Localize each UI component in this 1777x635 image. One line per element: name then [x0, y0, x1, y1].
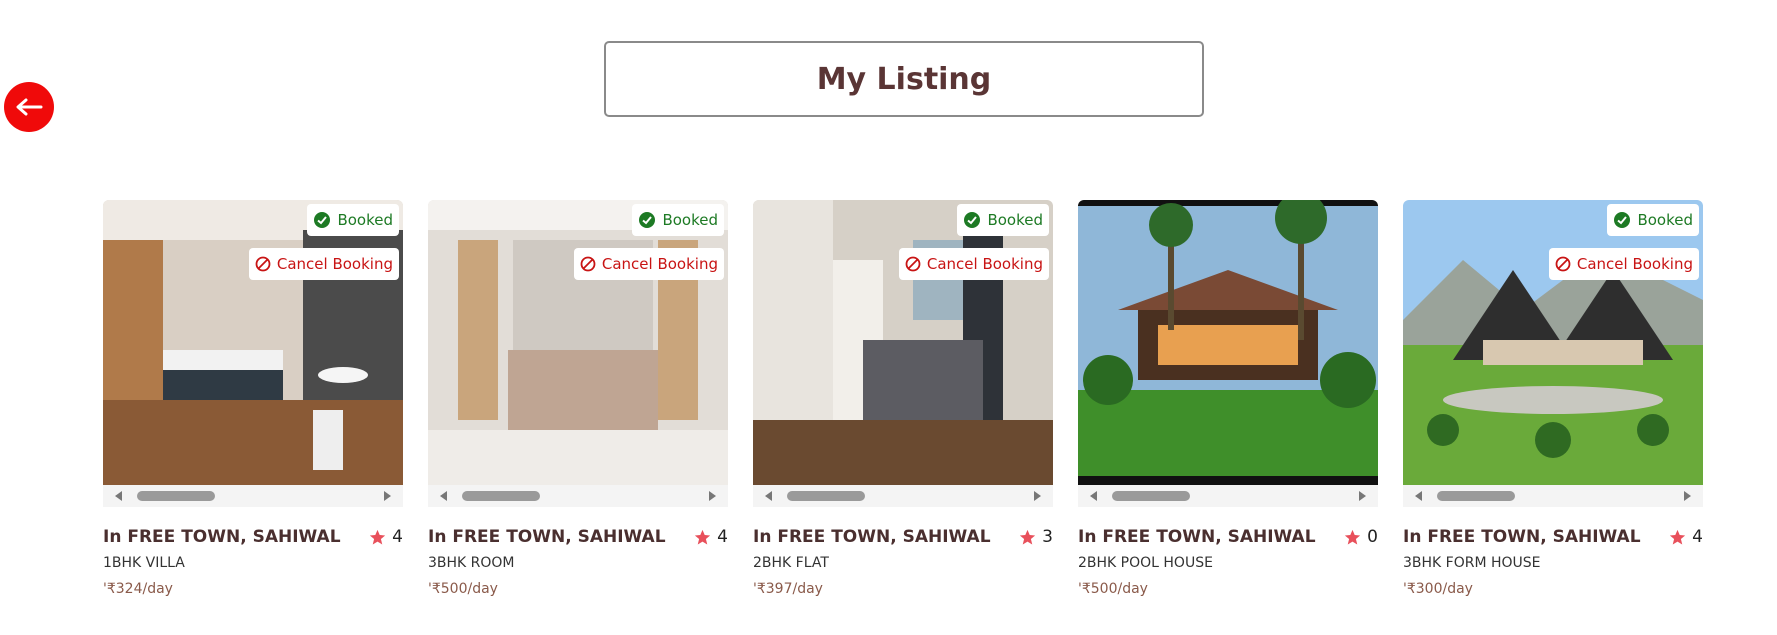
star-icon: [695, 529, 711, 544]
rating-value: 3: [1042, 527, 1053, 547]
scroll-right-icon[interactable]: [384, 491, 391, 501]
listing-image[interactable]: Booked Cancel Booking: [753, 200, 1053, 485]
scroll-thumb[interactable]: [1112, 491, 1190, 501]
scroll-thumb[interactable]: [137, 491, 215, 501]
cancel-booking-label: Cancel Booking: [276, 255, 393, 273]
cancel-booking-button[interactable]: Cancel Booking: [1548, 248, 1699, 280]
rating-value: 4: [1692, 527, 1703, 547]
pool-house-photo: [1078, 200, 1378, 485]
listing-location: In FREE TOWN, SAHIWAL: [1078, 527, 1316, 547]
image-scrollbar[interactable]: [103, 485, 403, 507]
listing-location: In FREE TOWN, SAHIWAL: [1403, 527, 1641, 547]
listing-rating: 4: [369, 527, 403, 547]
booked-label: Booked: [662, 211, 718, 229]
listing-type: 1BHK VILLA: [103, 555, 185, 571]
booked-label: Booked: [987, 211, 1043, 229]
listing-image[interactable]: Booked Cancel Booking: [428, 200, 728, 485]
listing-price: '₹500/day: [1078, 581, 1148, 597]
rating-value: 4: [392, 527, 403, 547]
scroll-right-icon[interactable]: [1359, 491, 1366, 501]
listing-price: '₹500/day: [428, 581, 498, 597]
booked-badge: Booked: [307, 204, 399, 236]
listing-card[interactable]: In FREE TOWN, SAHIWAL 0 2BHK POOL HOUSE …: [1078, 200, 1378, 597]
listing-type: 3BHK FORM HOUSE: [1403, 555, 1541, 571]
listing-rating: 3: [1019, 527, 1053, 547]
listing-image[interactable]: Booked Cancel Booking: [103, 200, 403, 485]
scroll-thumb[interactable]: [787, 491, 865, 501]
listing-price: '₹300/day: [1403, 581, 1473, 597]
scroll-thumb[interactable]: [462, 491, 540, 501]
bedroom-photo: [103, 200, 403, 485]
bedroom-photo: [753, 200, 1053, 485]
star-icon: [1020, 529, 1036, 544]
listing-type: 2BHK FLAT: [753, 555, 829, 571]
scroll-left-icon[interactable]: [115, 491, 122, 501]
listing-image[interactable]: Booked Cancel Booking: [1403, 200, 1703, 485]
scroll-left-icon[interactable]: [765, 491, 772, 501]
listing-card[interactable]: Booked Cancel Booking In FREE TOWN, SAHI…: [753, 200, 1053, 597]
listing-location: In FREE TOWN, SAHIWAL: [103, 527, 341, 547]
scroll-right-icon[interactable]: [1034, 491, 1041, 501]
listing-price: '₹324/day: [103, 581, 173, 597]
star-icon: [1345, 529, 1361, 544]
booked-badge: Booked: [1607, 204, 1699, 236]
listing-card[interactable]: Booked Cancel Booking In FREE TOWN, SAHI…: [103, 200, 403, 597]
check-circle-icon: [314, 212, 331, 228]
rating-value: 4: [717, 527, 728, 547]
image-scrollbar[interactable]: [1403, 485, 1703, 507]
cancel-booking-label: Cancel Booking: [601, 255, 718, 273]
ban-icon: [1555, 256, 1571, 272]
listing-price: '₹397/day: [753, 581, 823, 597]
listing-card[interactable]: Booked Cancel Booking In FREE TOWN, SAHI…: [1403, 200, 1703, 597]
listing-location: In FREE TOWN, SAHIWAL: [428, 527, 666, 547]
listing-type: 2BHK POOL HOUSE: [1078, 555, 1213, 571]
booked-label: Booked: [1637, 211, 1693, 229]
listing-image[interactable]: [1078, 200, 1378, 485]
arrow-left-icon: [16, 98, 43, 116]
scroll-right-icon[interactable]: [709, 491, 716, 501]
star-icon: [370, 529, 386, 544]
star-icon: [1670, 529, 1686, 544]
ban-icon: [905, 256, 921, 272]
page-title-box: My Listing: [604, 41, 1204, 117]
listing-card[interactable]: Booked Cancel Booking In FREE TOWN, SAHI…: [428, 200, 728, 597]
rating-value: 0: [1367, 527, 1378, 547]
scroll-left-icon[interactable]: [440, 491, 447, 501]
cancel-booking-button[interactable]: Cancel Booking: [248, 248, 399, 280]
listing-location: In FREE TOWN, SAHIWAL: [753, 527, 991, 547]
bedroom-photo: [428, 200, 728, 485]
scroll-left-icon[interactable]: [1090, 491, 1097, 501]
scroll-thumb[interactable]: [1437, 491, 1515, 501]
booked-badge: Booked: [632, 204, 724, 236]
check-circle-icon: [639, 212, 656, 228]
listing-type: 3BHK ROOM: [428, 555, 515, 571]
listing-rating: 4: [1669, 527, 1703, 547]
cancel-booking-label: Cancel Booking: [926, 255, 1043, 273]
image-scrollbar[interactable]: [428, 485, 728, 507]
cancel-booking-label: Cancel Booking: [1576, 255, 1693, 273]
ban-icon: [580, 256, 596, 272]
check-circle-icon: [964, 212, 981, 228]
farm-house-photo: [1403, 200, 1703, 485]
image-scrollbar[interactable]: [753, 485, 1053, 507]
back-button[interactable]: [4, 82, 54, 132]
listing-rating: 4: [694, 527, 728, 547]
listing-rating: 0: [1344, 527, 1378, 547]
check-circle-icon: [1614, 212, 1631, 228]
page-title: My Listing: [816, 61, 992, 97]
cancel-booking-button[interactable]: Cancel Booking: [898, 248, 1049, 280]
scroll-right-icon[interactable]: [1684, 491, 1691, 501]
booked-label: Booked: [337, 211, 393, 229]
cancel-booking-button[interactable]: Cancel Booking: [573, 248, 724, 280]
ban-icon: [255, 256, 271, 272]
scroll-left-icon[interactable]: [1415, 491, 1422, 501]
booked-badge: Booked: [957, 204, 1049, 236]
image-scrollbar[interactable]: [1078, 485, 1378, 507]
